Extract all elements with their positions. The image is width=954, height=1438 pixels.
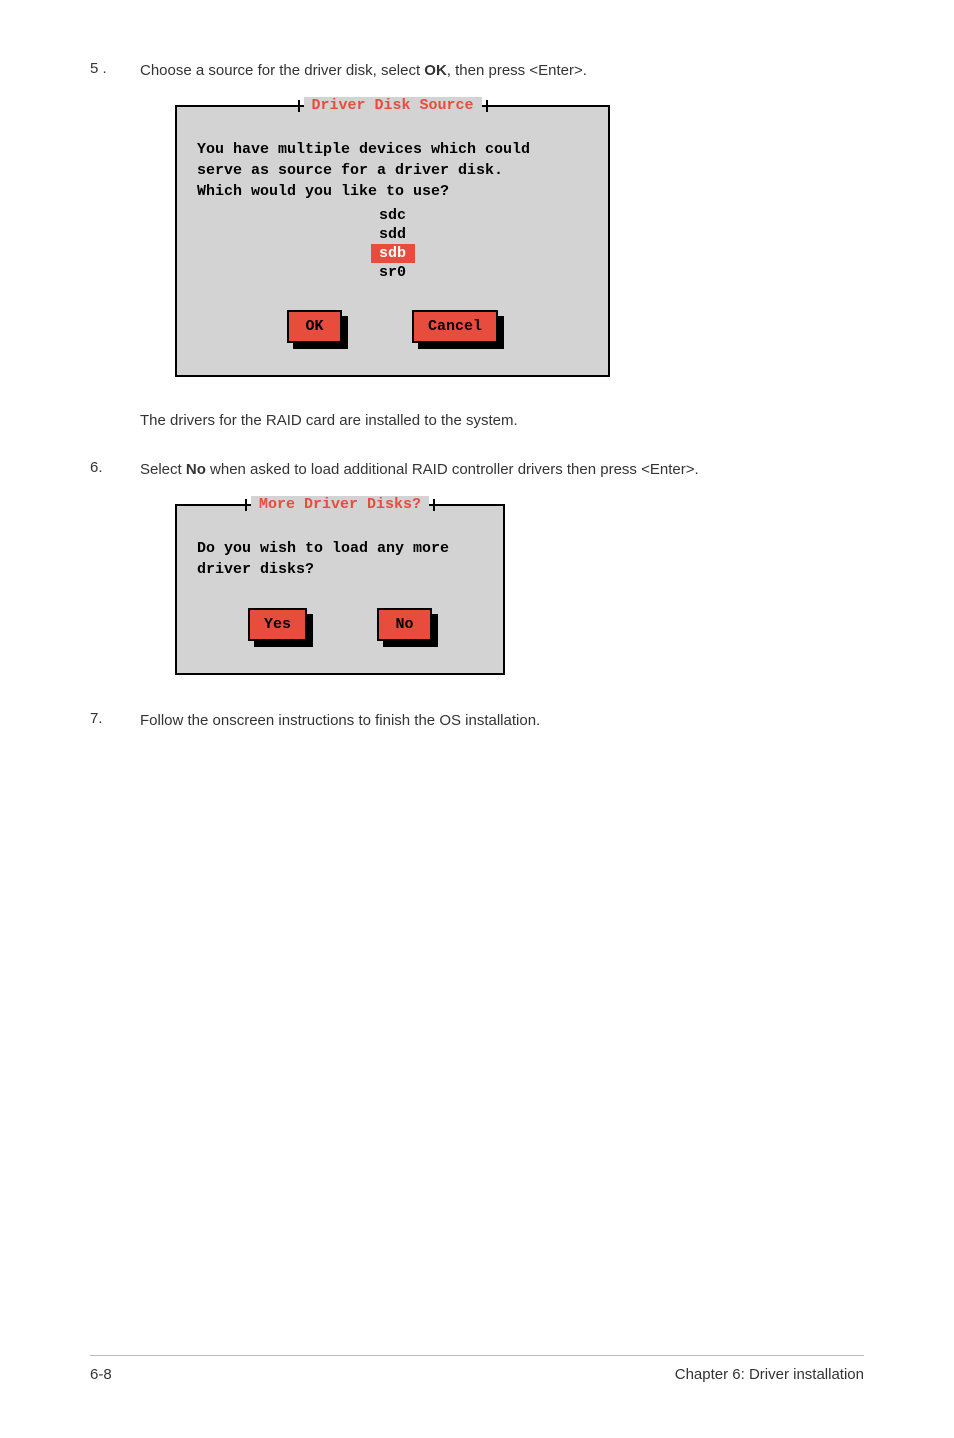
step-number-6: 6.	[90, 459, 140, 480]
no-button[interactable]: No	[377, 608, 432, 641]
step-5-followup: The drivers for the RAID card are instal…	[140, 412, 864, 429]
dialog-driver-disk-source: Driver Disk Source You have multiple dev…	[175, 105, 864, 377]
step-7: 7. Follow the onscreen instructions to f…	[90, 710, 864, 731]
dialog-text-line2: serve as source for a driver disk.	[197, 160, 588, 181]
dialog-more-driver-disks: More Driver Disks? Do you wish to load a…	[175, 504, 864, 675]
step-number-5: 5 .	[90, 60, 140, 81]
page-number: 6-8	[90, 1366, 112, 1383]
step-6: 6. Select No when asked to load addition…	[90, 459, 864, 480]
page-footer: 6-8 Chapter 6: Driver installation	[90, 1355, 864, 1383]
device-list: sdc sdd sdb sr0	[197, 206, 588, 282]
dialog-text-line3: Which would you like to use?	[197, 181, 588, 202]
dialog2-text-line1: Do you wish to load any more	[197, 538, 483, 559]
yes-button[interactable]: Yes	[248, 608, 307, 641]
device-sdb-selected[interactable]: sdb	[371, 244, 415, 263]
dialog-title-2: More Driver Disks?	[251, 496, 429, 513]
step-number-7: 7.	[90, 710, 140, 731]
step-text-7: Follow the onscreen instructions to fini…	[140, 710, 540, 731]
device-sdd[interactable]: sdd	[371, 225, 415, 244]
step-5: 5 . Choose a source for the driver disk,…	[90, 60, 864, 81]
chapter-title: Chapter 6: Driver installation	[675, 1366, 864, 1383]
device-sr0[interactable]: sr0	[371, 263, 415, 282]
button-row: OK Cancel	[197, 310, 588, 343]
button-row-2: Yes No	[197, 608, 483, 641]
device-sdc[interactable]: sdc	[371, 206, 415, 225]
dialog-title: Driver Disk Source	[303, 97, 481, 114]
dialog-text-line1: You have multiple devices which could	[197, 139, 588, 160]
step-text-5: Choose a source for the driver disk, sel…	[140, 60, 587, 81]
step-text-6: Select No when asked to load additional …	[140, 459, 699, 480]
ok-button[interactable]: OK	[287, 310, 342, 343]
cancel-button[interactable]: Cancel	[412, 310, 498, 343]
dialog2-text-line2: driver disks?	[197, 559, 483, 580]
